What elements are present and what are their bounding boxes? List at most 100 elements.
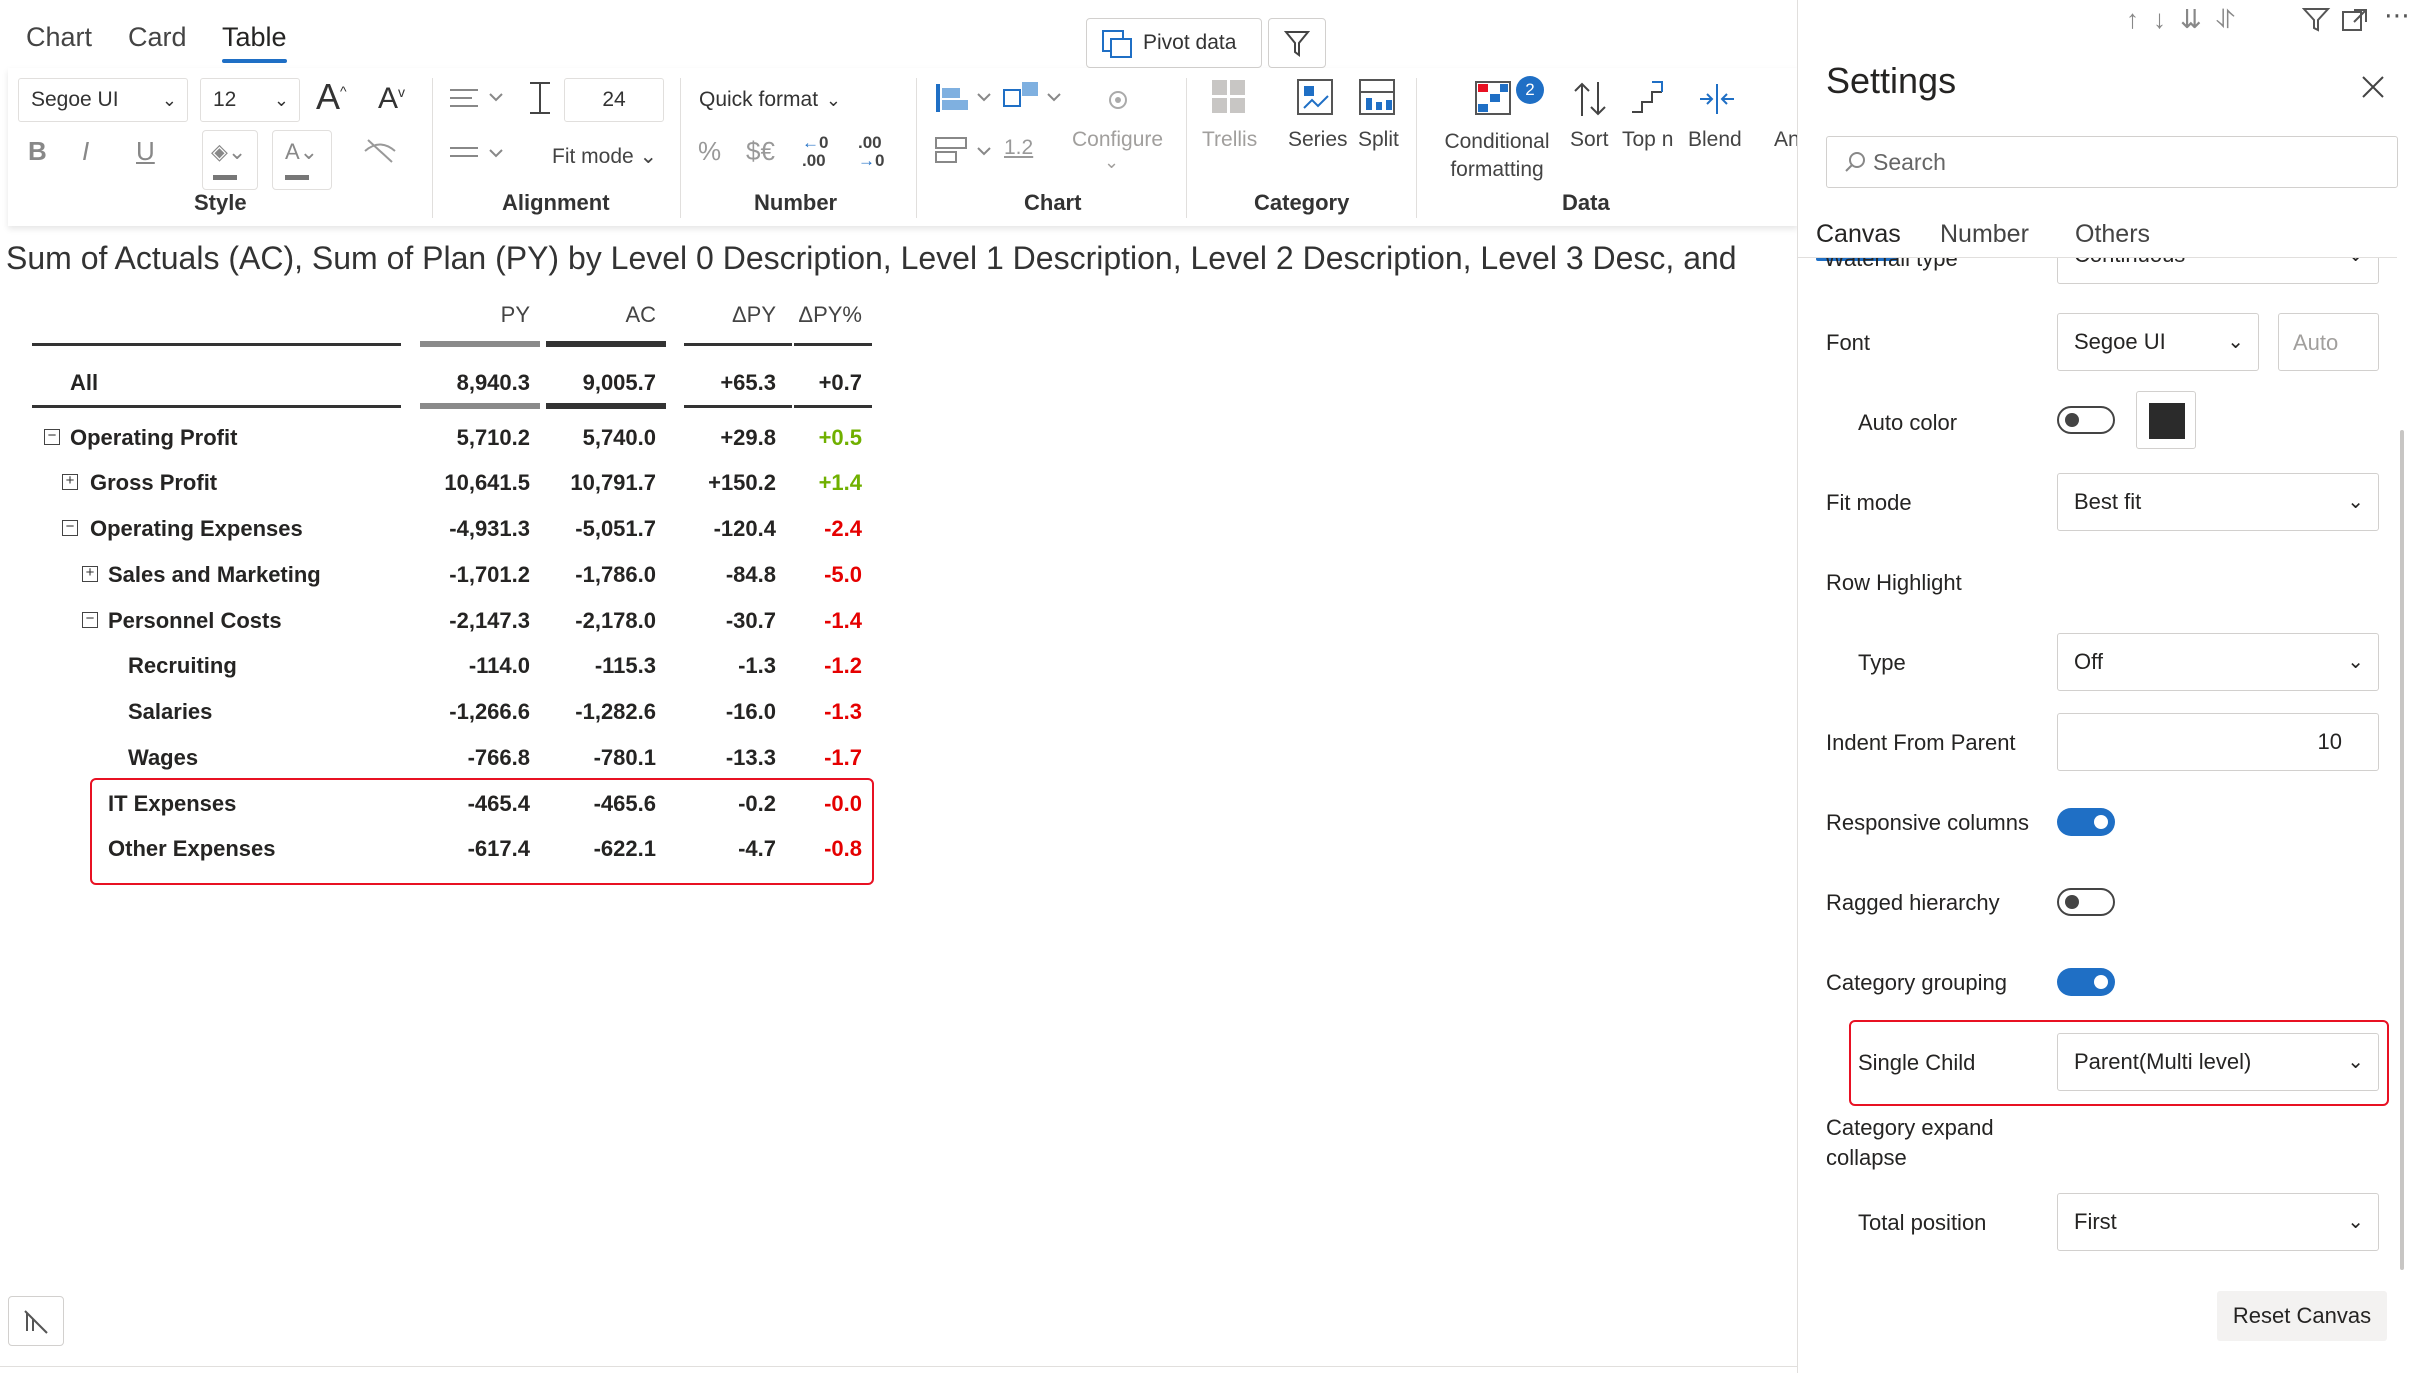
fill-color-button[interactable]: ◈⌄ (202, 130, 258, 190)
type-dropdown[interactable]: Off ⌄ (2057, 633, 2379, 691)
quick-format-dropdown[interactable]: Quick format ⌄ (686, 78, 890, 122)
row-height-input[interactable]: 24 (564, 78, 664, 122)
row-label-salaries: Salaries (128, 699, 213, 724)
percent-button[interactable]: % (698, 136, 721, 167)
italic-button[interactable]: I (82, 136, 89, 167)
row-label-operating-profit: Operating Profit (70, 425, 238, 450)
more-label[interactable]: An (1774, 128, 1800, 152)
font-color-button[interactable]: A⌄ (272, 130, 332, 190)
cell-dpy: -30.7 (725, 608, 776, 633)
collapse-icon[interactable]: − (44, 428, 60, 445)
quick-format-label: Quick format (699, 88, 819, 111)
single-child-dropdown[interactable]: Parent(Multi level) ⌄ (2057, 1033, 2379, 1091)
font-size-placeholder: Auto (2293, 330, 2339, 355)
sort-label[interactable]: Sort (1570, 128, 1609, 152)
conditional-formatting-icon[interactable] (1474, 80, 1514, 116)
data-group-label: Data (1562, 190, 1610, 215)
sort-arrows-icons[interactable]: ↑↓⇊⥯ (2126, 4, 2249, 36)
increase-font-icon[interactable]: A^ (316, 76, 347, 118)
tab-card[interactable]: Card (128, 22, 187, 53)
responsive-columns-toggle[interactable] (2057, 808, 2115, 836)
conditional-formatting-label[interactable]: Conditional formatting (1432, 128, 1562, 184)
waterfall-type-dropdown[interactable]: Continuous ⌄ (2057, 258, 2379, 284)
more-options-icon[interactable]: ⋯ (2384, 0, 2410, 31)
settings-scrollbar[interactable] (2400, 430, 2404, 1270)
filter-icon[interactable] (2302, 6, 2332, 34)
pivot-data-button[interactable]: Pivot data (1086, 18, 1262, 68)
close-icon[interactable] (2360, 74, 2386, 100)
divider (432, 78, 433, 218)
configure-icon[interactable] (1100, 80, 1136, 116)
column-header-ac[interactable]: AC (546, 302, 656, 328)
expand-icon[interactable]: + (82, 565, 98, 582)
row-label-sales-and-marketing: Sales and Marketing (108, 562, 321, 587)
split-icon[interactable] (1358, 78, 1398, 118)
series-icon[interactable] (1296, 78, 1336, 118)
bottom-left-button[interactable] (8, 1296, 64, 1346)
category-grouping-toggle[interactable] (2057, 968, 2115, 996)
reset-canvas-button[interactable]: Reset Canvas (2217, 1291, 2387, 1341)
top-n-label[interactable]: Top n (1622, 128, 1673, 152)
collapse-icon[interactable]: − (62, 519, 78, 536)
chevron-down-icon: ⌄ (2227, 331, 2244, 353)
cell-dpy: -1.3 (738, 653, 776, 678)
fit-mode-dropdown[interactable]: Fit mode ⌄ (552, 144, 657, 169)
font-dropdown[interactable]: Segoe UI ⌄ (2057, 313, 2259, 371)
horizontal-align-icon[interactable] (448, 84, 512, 114)
blend-label[interactable]: Blend (1688, 128, 1742, 152)
settings-tab-canvas[interactable]: Canvas (1816, 220, 1901, 261)
trellis-label[interactable]: Trellis (1202, 128, 1257, 152)
increase-decimal-button[interactable]: .00 →0 (858, 134, 884, 170)
ragged-hierarchy-toggle[interactable] (2057, 888, 2115, 916)
filter-settings-button[interactable] (1268, 18, 1326, 68)
font-family-value: Segoe UI (31, 88, 119, 111)
tab-chart[interactable]: Chart (26, 22, 92, 53)
sort-icon[interactable] (1572, 80, 1608, 118)
color-picker-button[interactable] (2136, 391, 2196, 449)
split-label[interactable]: Split (1358, 128, 1399, 152)
currency-button[interactable]: $€ (746, 136, 775, 167)
total-position-dropdown[interactable]: First ⌄ (2057, 1193, 2379, 1251)
font-color-icon: A⌄ (285, 139, 319, 164)
chevron-down-icon: ⌄ (2347, 1211, 2364, 1233)
decrease-font-icon[interactable]: Av (378, 82, 405, 116)
paint-bucket-icon: ◈⌄ (211, 139, 247, 164)
chart-value-label[interactable]: 1.2 (1004, 136, 1033, 160)
chart-size-icon[interactable] (934, 134, 998, 170)
blend-icon[interactable] (1698, 82, 1736, 116)
indent-input[interactable]: 10 (2057, 713, 2379, 771)
top-n-icon[interactable] (1630, 78, 1668, 116)
decrease-decimal-button[interactable]: ←0.00 (802, 134, 828, 170)
series-label[interactable]: Series (1288, 128, 1348, 152)
expand-icon[interactable]: + (62, 473, 78, 490)
trellis-icon[interactable] (1210, 78, 1248, 116)
font-size-dropdown[interactable]: 12 ⌄ (200, 78, 300, 122)
bold-button[interactable]: B (28, 136, 47, 167)
column-header-py[interactable]: PY (420, 302, 530, 328)
chart-arrange-icon[interactable] (1002, 80, 1068, 116)
vertical-align-icon[interactable] (448, 140, 512, 170)
settings-tab-others[interactable]: Others (2075, 220, 2150, 249)
total-underline (32, 405, 401, 408)
settings-search-input[interactable]: Search (1826, 136, 2398, 188)
settings-tab-number[interactable]: Number (1940, 220, 2029, 249)
underline-button[interactable]: U (136, 136, 155, 167)
auto-color-toggle[interactable] (2057, 406, 2115, 434)
hide-icon[interactable] (362, 136, 398, 166)
column-header-delta-py[interactable]: ΔPY (684, 302, 776, 328)
font-family-dropdown[interactable]: Segoe UI ⌄ (18, 78, 188, 122)
font-size-input[interactable]: Auto (2278, 313, 2379, 371)
column-header-delta-py-pct[interactable]: ΔPY% (794, 302, 862, 328)
tab-table[interactable]: Table (222, 22, 287, 63)
row-label-recruiting: Recruiting (128, 653, 237, 678)
cell-dpy: +150.2 (708, 470, 776, 495)
fit-mode-dropdown[interactable]: Best fit ⌄ (2057, 473, 2379, 531)
expand-icon[interactable] (2340, 6, 2370, 34)
chart-layout-icon[interactable] (934, 80, 998, 116)
toggle-knob (2065, 895, 2079, 909)
dpyp-total-underline (794, 405, 872, 408)
collapse-icon[interactable]: − (82, 611, 98, 628)
cell-dpy: -16.0 (725, 699, 776, 724)
configure-label[interactable]: Configure (1072, 128, 1163, 152)
cell-dpyp: +0.5 (818, 425, 862, 450)
